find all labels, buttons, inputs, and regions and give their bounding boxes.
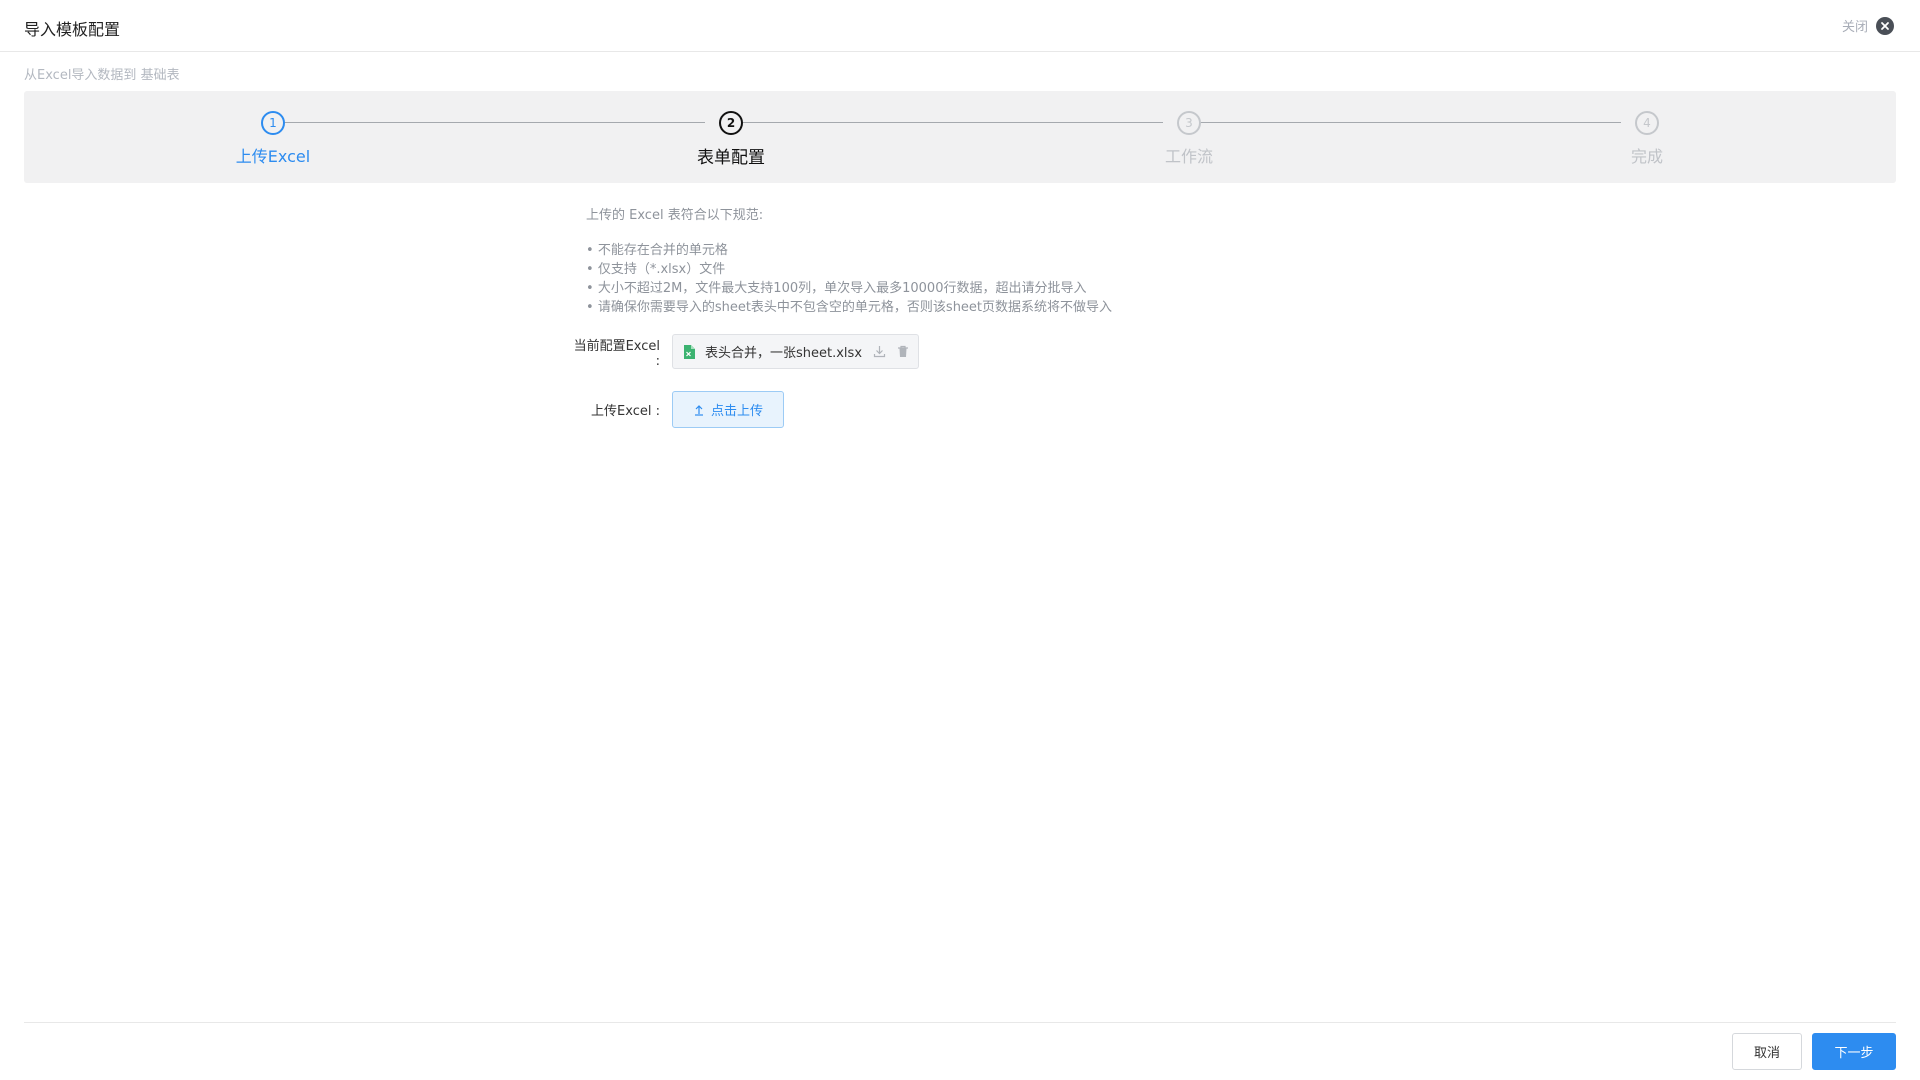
rule-item: 仅支持（*.xlsx）文件 [586,260,1286,279]
footer-divider [24,1022,1896,1023]
upload-button[interactable]: 点击上传 [672,391,785,428]
rules-list: 不能存在合并的单元格 仅支持（*.xlsx）文件 大小不超过2M，文件最大支持1… [586,241,1286,317]
step-number: 2 [719,111,743,135]
upload-excel-label: 上传Excel : [591,404,660,419]
config-content: 上传的 Excel 表符合以下规范: 不能存在合并的单元格 仅支持（*.xlsx… [574,204,1286,428]
current-file-name: 表头合并，一张sheet.xlsx [705,346,863,361]
dialog-title: 导入模板配置 [24,20,121,39]
upload-excel-row: 上传Excel : 点击上传 [572,391,785,428]
step-label: 上传Excel [235,147,311,166]
trash-icon[interactable] [896,345,910,359]
close-button[interactable]: 关闭 [1842,16,1894,35]
rule-item: 不能存在合并的单元格 [586,241,1286,260]
step-number: 1 [261,111,285,135]
close-icon[interactable] [1876,16,1894,35]
upload-icon [693,404,705,416]
current-excel-label: 当前配置Excel : [573,338,660,369]
excel-file-icon [683,344,695,359]
cancel-button[interactable]: 取消 [1732,1033,1802,1070]
rule-item: 大小不超过2M，文件最大支持100列，单次导入最多10000行数据，超出请分批导… [586,279,1286,298]
step-number: 3 [1177,111,1201,135]
current-file-chip: 表头合并，一张sheet.xlsx [672,334,920,369]
rule-item: 请确保你需要导入的sheet表头中不包含空的单元格，否则该sheet页数据系统将… [586,298,1286,317]
current-excel-row: 当前配置Excel : 表头合并，一张sheet.xlsx [572,334,920,369]
download-icon[interactable] [872,345,886,359]
step-label: 工作流 [1164,147,1213,166]
step-number: 4 [1635,111,1659,135]
step-label: 完成 [1630,147,1663,166]
step-upload-excel: 1 上传Excel [193,111,353,167]
rules-title: 上传的 Excel 表符合以下规范: [586,208,764,223]
step-finish: 4 完成 [1567,111,1727,167]
close-label: 关闭 [1841,20,1868,35]
upload-button-label: 点击上传 [711,404,764,419]
step-workflow: 3 工作流 [1109,111,1269,167]
steps-bar: 1 上传Excel 2 表单配置 3 工作流 4 完成 [24,91,1896,183]
next-step-button[interactable]: 下一步 [1812,1033,1896,1070]
import-subtitle: 从Excel导入数据到 基础表 [24,68,180,83]
dialog-header: 导入模板配置 关闭 [0,0,1920,52]
step-form-config: 2 表单配置 [651,111,811,168]
step-label: 表单配置 [697,148,765,168]
